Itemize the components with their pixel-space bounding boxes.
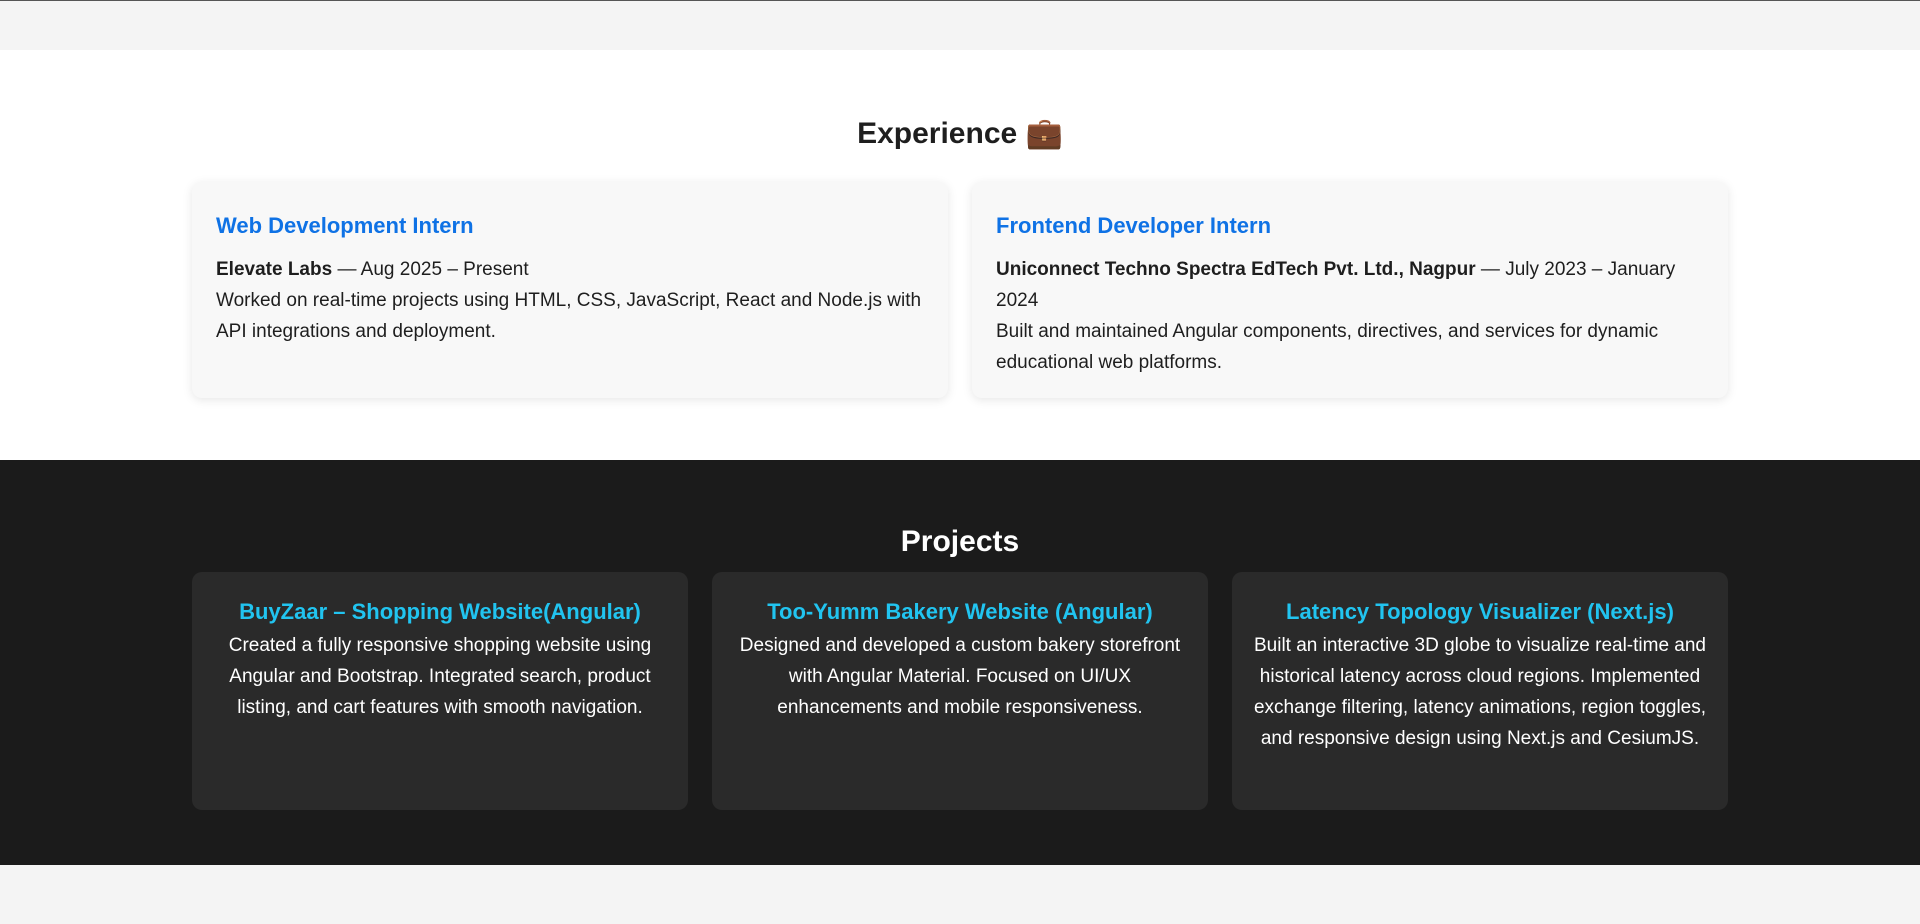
experience-description: Built and maintained Angular components,… (996, 321, 1659, 373)
experience-title: Experience 💼 (0, 116, 1920, 152)
projects-section: Projects BuyZaar – Shopping Website(Angu… (0, 460, 1920, 865)
project-description: Created a fully responsive shopping webs… (228, 635, 652, 718)
experience-company-line: Elevate Labs — Aug 2025 – Present (216, 254, 924, 285)
project-description: Designed and developed a custom bakery s… (739, 635, 1181, 718)
briefcase-icon: 💼 (1025, 117, 1063, 150)
project-name: BuyZaar – Shopping Website(Angular) (239, 599, 641, 624)
project-name: Too-Yumm Bakery Website (Angular) (767, 599, 1153, 624)
project-card[interactable]: Latency Topology Visualizer (Next.js) Bu… (1232, 572, 1728, 810)
experience-role: Web Development Intern (216, 213, 474, 238)
project-description: Built an interactive 3D globe to visuali… (1253, 635, 1707, 749)
project-card[interactable]: Too-Yumm Bakery Website (Angular) Design… (712, 572, 1208, 810)
project-card[interactable]: BuyZaar – Shopping Website(Angular) Crea… (192, 572, 688, 810)
experience-card: Frontend Developer Intern Uniconnect Tec… (972, 182, 1728, 398)
header-bar (0, 0, 1920, 50)
experience-period: — Aug 2025 – Present (332, 259, 529, 280)
projects-title: Projects (900, 525, 1020, 558)
experience-title-text: Experience (857, 117, 1018, 150)
experience-grid: Web Development Intern Elevate Labs — Au… (192, 182, 1728, 398)
projects-grid: BuyZaar – Shopping Website(Angular) Crea… (192, 572, 1728, 810)
footer-band (0, 865, 1920, 924)
project-name: Latency Topology Visualizer (Next.js) (1286, 599, 1674, 624)
experience-section: Experience 💼 Web Development Intern Elev… (0, 50, 1920, 460)
experience-card: Web Development Intern Elevate Labs — Au… (192, 182, 948, 398)
experience-description: Worked on real-time projects using HTML,… (216, 290, 922, 342)
experience-role: Frontend Developer Intern (996, 213, 1272, 238)
experience-company: Elevate Labs (216, 259, 333, 280)
experience-company-line: Uniconnect Techno Spectra EdTech Pvt. Lt… (996, 254, 1704, 316)
experience-company: Uniconnect Techno Spectra EdTech Pvt. Lt… (996, 259, 1476, 280)
